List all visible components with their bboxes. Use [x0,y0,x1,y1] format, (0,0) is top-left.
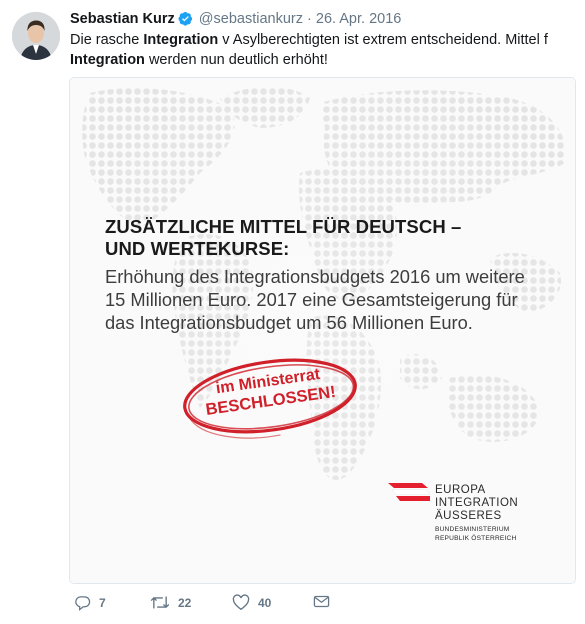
tweet-text-part: werden nun deutlich erhöht! [144,52,328,68]
tweet-text-part: Die rasche [70,32,144,48]
headline-line: ZUSÄTZLICHE MITTEL FÜR DEUTSCH – [105,216,462,237]
logo-line: EUROPA [435,484,486,496]
austria-flag-logo-icon [388,483,431,506]
card-body: Erhöhung des Integrationsbudgets 2016 um… [105,265,555,334]
retweet-button[interactable]: 22 [150,594,191,611]
user-handle[interactable]: @sebastiankurz [199,11,303,27]
like-button[interactable]: 40 [232,594,271,611]
tweet-actions: 7 22 40 [70,594,370,618]
hashtag-integration[interactable]: Integration [143,32,218,48]
card-headline: ZUSÄTZLICHE MITTEL FÜR DEUTSCH – UND WER… [105,216,545,260]
logo-line: BUNDESMINISTERIUM [435,526,510,533]
reply-icon [75,596,91,611]
approval-stamp: im Ministerrat BESCHLOSSEN! [175,346,365,446]
logo-line: ÄUSSERES [435,510,502,522]
retweet-count: 22 [178,595,192,610]
verified-badge-icon [178,11,193,31]
tweet: Sebastian Kurz @sebastiankurz · 26. Apr.… [0,0,585,624]
retweet-icon [150,596,170,609]
separator-dot: · [307,11,312,27]
body-line: Erhöhung des Integrationsbudgets 2016 um… [105,266,525,287]
display-name[interactable]: Sebastian Kurz [70,11,175,27]
tweet-text: Die rasche Integration v Asylberechtigte… [70,30,575,70]
body-line: das Integrationsbudget um 56 Millionen E… [105,312,473,333]
reply-button[interactable]: 7 [74,594,106,611]
like-count: 40 [258,595,272,610]
media-card[interactable]: ZUSÄTZLICHE MITTEL FÜR DEUTSCH – UND WER… [69,77,576,584]
logo-line: REPUBLIK ÖSTERREICH [435,535,517,542]
heart-icon [232,594,250,611]
tweet-date[interactable]: 26. Apr. 2016 [316,11,401,27]
body-line: 15 Millionen Euro. 2017 eine Gesamtsteig… [105,289,518,310]
envelope-icon [313,595,330,608]
hashtag-integration[interactable]: Integration [70,52,145,68]
logo-line: INTEGRATION [435,497,519,509]
tweet-text-part: v Asylberechtigten ist extrem entscheide… [218,32,548,48]
ministry-logo-text: EUROPA INTEGRATION ÄUSSERES BUNDESMINIST… [435,484,518,543]
avatar[interactable] [12,12,60,60]
tweet-header: Sebastian Kurz @sebastiankurz · 26. Apr.… [70,10,401,31]
reply-count: 7 [99,595,106,610]
direct-message-button[interactable] [313,594,330,609]
avatar-photo [12,12,60,60]
headline-line: UND WERTEKURSE: [105,238,290,259]
